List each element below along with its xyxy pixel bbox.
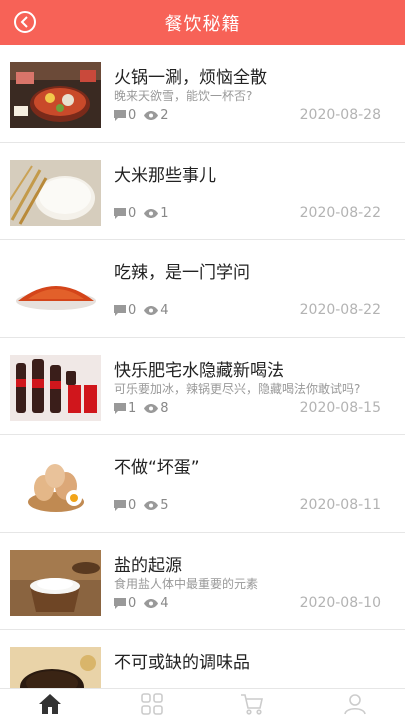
page-title: 餐饮秘籍 bbox=[164, 14, 241, 35]
list-item[interactable]: 火锅一涮，烦恼全散 晚来天欲雪，能饮一杯否? 0 2 2020-08-28 bbox=[0, 45, 405, 143]
comment-icon bbox=[114, 500, 126, 511]
article-stats: 0 1 bbox=[114, 206, 177, 221]
article-date: 2020-08-22 bbox=[299, 302, 381, 318]
list-item[interactable]: 盐的起源 食用盐人体中最重要的元素 0 4 2020-08-10 bbox=[0, 532, 405, 630]
article-stats: 0 4 bbox=[114, 596, 177, 611]
list-item[interactable]: 不可或缺的调味品 bbox=[0, 630, 405, 688]
comment-icon bbox=[114, 207, 126, 219]
article-title: 不可或缺的调味品 bbox=[114, 653, 250, 673]
article-date: 2020-08-22 bbox=[299, 204, 381, 221]
comment-icon bbox=[114, 597, 126, 609]
sauce-thumbnail bbox=[10, 647, 101, 688]
article-title: 大米那些事儿 bbox=[114, 165, 216, 186]
list-item[interactable]: 不做“坏蛋” 0 5 2020-08-11 bbox=[0, 435, 405, 533]
article-title: 不做“坏蛋” bbox=[114, 458, 200, 478]
view-count: 2 bbox=[160, 108, 169, 123]
article-date: 2020-08-28 bbox=[299, 107, 381, 123]
view-count: 4 bbox=[160, 303, 169, 318]
article-date: 2020-08-11 bbox=[299, 497, 381, 513]
eye-icon bbox=[144, 306, 159, 315]
article-stats: 0 4 bbox=[114, 303, 177, 318]
egg-thumbnail bbox=[10, 452, 101, 518]
comment-icon bbox=[114, 305, 126, 316]
article-stats: 1 8 bbox=[114, 401, 177, 416]
cart-icon[interactable] bbox=[240, 693, 266, 717]
article-subtitle: 食用盐人体中最重要的元素 bbox=[114, 576, 259, 591]
eye-icon bbox=[144, 501, 159, 510]
cola-thumbnail bbox=[10, 354, 101, 421]
comment-count: 0 bbox=[128, 595, 137, 611]
list-item[interactable]: 大米那些事儿 0 1 2020-08-22 bbox=[0, 142, 405, 240]
view-count: 4 bbox=[160, 595, 169, 611]
article-date: 2020-08-15 bbox=[299, 399, 381, 416]
view-count: 1 bbox=[160, 205, 169, 221]
eye-icon bbox=[144, 403, 159, 413]
comment-count: 0 bbox=[128, 303, 137, 318]
comment-count: 1 bbox=[128, 400, 137, 416]
comment-count: 0 bbox=[128, 498, 137, 513]
article-list: 火锅一涮，烦恼全散 晚来天欲雪，能饮一杯否? 0 2 2020-08-28 大米… bbox=[0, 45, 405, 688]
article-stats: 0 2 bbox=[114, 108, 177, 123]
article-title: 盐的起源 bbox=[114, 555, 182, 576]
salt-thumbnail bbox=[10, 549, 101, 616]
comment-count: 0 bbox=[128, 205, 137, 221]
article-title: 火锅一涮，烦恼全散 bbox=[114, 68, 267, 88]
article-subtitle: 可乐要加冰，辣锅更尽兴，隐藏喝法你敢试吗? bbox=[114, 381, 361, 396]
hotpot-thumbnail bbox=[10, 62, 101, 128]
eye-icon bbox=[144, 598, 159, 608]
view-count: 8 bbox=[160, 400, 169, 416]
comment-icon bbox=[114, 110, 126, 121]
rice-thumbnail bbox=[10, 159, 101, 226]
chili-powder-thumbnail bbox=[10, 257, 101, 323]
article-date: 2020-08-10 bbox=[299, 594, 381, 611]
list-item[interactable]: 快乐肥宅水隐藏新喝法 可乐要加冰，辣锅更尽兴，隐藏喝法你敢试吗? 1 8 202… bbox=[0, 337, 405, 435]
eye-icon bbox=[144, 208, 159, 218]
comment-icon bbox=[114, 402, 126, 414]
grid-icon[interactable] bbox=[140, 693, 166, 717]
article-subtitle: 晚来天欲雪，能饮一杯否? bbox=[114, 89, 253, 103]
article-title: 吃辣，是一门学问 bbox=[114, 263, 250, 283]
article-stats: 0 5 bbox=[114, 498, 177, 513]
list-item[interactable]: 吃辣，是一门学问 0 4 2020-08-22 bbox=[0, 240, 405, 338]
eye-icon bbox=[144, 111, 159, 120]
app-header: 餐饮秘籍 bbox=[0, 0, 405, 45]
home-icon[interactable] bbox=[38, 693, 64, 717]
user-icon[interactable] bbox=[343, 693, 369, 717]
article-title: 快乐肥宅水隐藏新喝法 bbox=[114, 360, 284, 381]
bottom-tab-bar bbox=[0, 688, 405, 720]
comment-count: 0 bbox=[128, 108, 137, 123]
view-count: 5 bbox=[160, 498, 169, 513]
